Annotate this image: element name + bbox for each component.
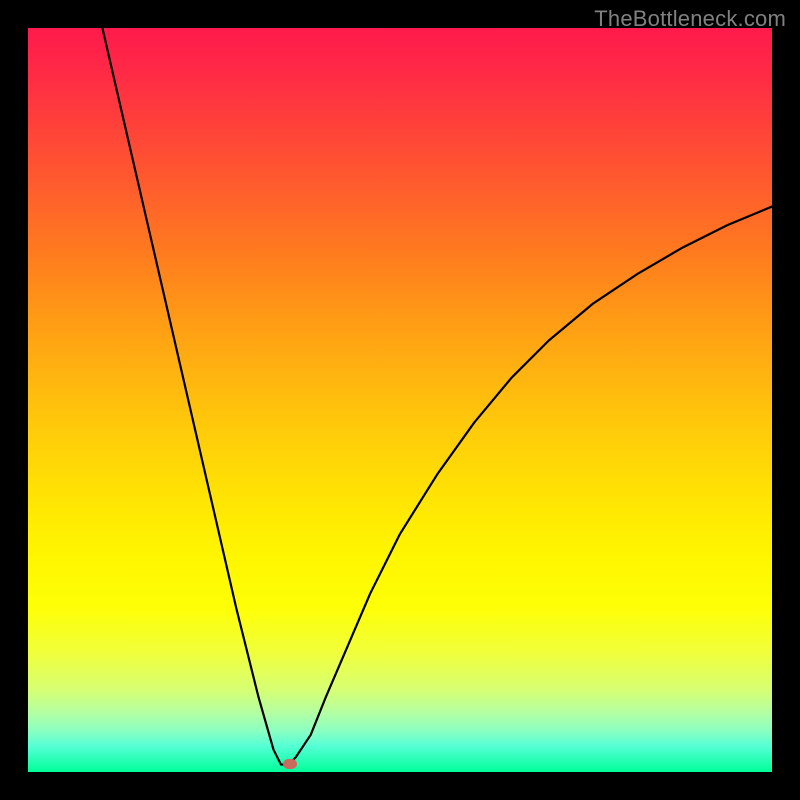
optimum-marker-icon (283, 759, 297, 769)
chart-area (28, 28, 772, 772)
watermark-text: TheBottleneck.com (594, 6, 786, 32)
chart-gradient-bg (28, 28, 772, 772)
